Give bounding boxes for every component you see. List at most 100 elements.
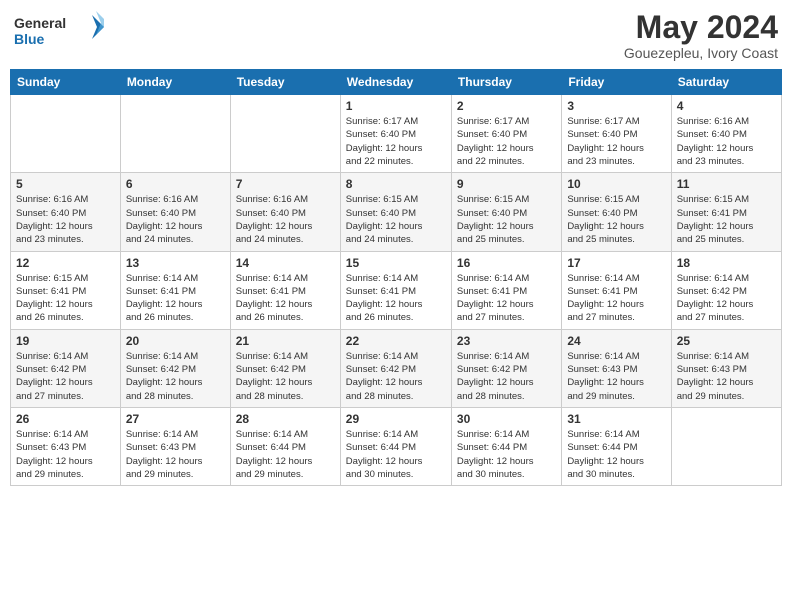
calendar-cell: 7 Sunrise: 6:16 AM Sunset: 6:40 PM Daylig…	[230, 173, 340, 251]
day-number: 27	[126, 412, 225, 426]
calendar-week-4: 19 Sunrise: 6:14 AM Sunset: 6:42 PM Dayli…	[11, 329, 782, 407]
day-number: 10	[567, 177, 665, 191]
day-info: Sunrise: 6:16 AM Sunset: 6:40 PM Dayligh…	[236, 193, 335, 246]
day-number: 11	[677, 177, 776, 191]
col-saturday: Saturday	[671, 70, 781, 95]
day-info: Sunrise: 6:14 AM Sunset: 6:44 PM Dayligh…	[236, 428, 335, 481]
day-number: 12	[16, 256, 115, 270]
calendar-cell: 23 Sunrise: 6:14 AM Sunset: 6:42 PM Dayli…	[451, 329, 561, 407]
calendar-cell: 25 Sunrise: 6:14 AM Sunset: 6:43 PM Dayli…	[671, 329, 781, 407]
calendar-header-row: Sunday Monday Tuesday Wednesday Thursday…	[11, 70, 782, 95]
calendar-cell: 16Sunrise: 6:14 AM Sunset: 6:41 PM Dayli…	[451, 251, 561, 329]
calendar-cell: 20Sunrise: 6:14 AM Sunset: 6:42 PM Dayli…	[120, 329, 230, 407]
col-friday: Friday	[562, 70, 671, 95]
day-number: 1	[346, 99, 446, 113]
day-info: Sunrise: 6:14 AM Sunset: 6:43 PM Dayligh…	[126, 428, 225, 481]
day-info: Sunrise: 6:14 AM Sunset: 6:41 PM Dayligh…	[346, 272, 446, 325]
day-info: Sunrise: 6:14 AM Sunset: 6:43 PM Dayligh…	[567, 350, 665, 403]
calendar-cell: 24 Sunrise: 6:14 AM Sunset: 6:43 PM Dayli…	[562, 329, 671, 407]
day-info: Sunrise: 6:14 AM Sunset: 6:42 PM Dayligh…	[126, 350, 225, 403]
col-monday: Monday	[120, 70, 230, 95]
calendar-cell: 27 Sunrise: 6:14 AM Sunset: 6:43 PM Dayli…	[120, 407, 230, 485]
day-info: Sunrise: 6:14 AM Sunset: 6:42 PM Dayligh…	[16, 350, 115, 403]
day-info: Sunrise: 6:15 AM Sunset: 6:41 PM Dayligh…	[16, 272, 115, 325]
day-number: 24	[567, 334, 665, 348]
day-info: Sunrise: 6:14 AM Sunset: 6:44 PM Dayligh…	[346, 428, 446, 481]
day-info: Sunrise: 6:15 AM Sunset: 6:40 PM Dayligh…	[346, 193, 446, 246]
calendar-cell: 2 Sunrise: 6:17 AM Sunset: 6:40 PM Daylig…	[451, 95, 561, 173]
calendar: Sunday Monday Tuesday Wednesday Thursday…	[10, 69, 782, 486]
calendar-cell: 9 Sunrise: 6:15 AM Sunset: 6:40 PM Daylig…	[451, 173, 561, 251]
day-info: Sunrise: 6:14 AM Sunset: 6:41 PM Dayligh…	[567, 272, 665, 325]
day-info: Sunrise: 6:15 AM Sunset: 6:41 PM Dayligh…	[677, 193, 776, 246]
calendar-cell: 1 Sunrise: 6:17 AM Sunset: 6:40 PM Daylig…	[340, 95, 451, 173]
calendar-cell: 28 Sunrise: 6:14 AM Sunset: 6:44 PM Dayli…	[230, 407, 340, 485]
calendar-week-1: 1 Sunrise: 6:17 AM Sunset: 6:40 PM Daylig…	[11, 95, 782, 173]
col-sunday: Sunday	[11, 70, 121, 95]
calendar-cell: 8 Sunrise: 6:15 AM Sunset: 6:40 PM Daylig…	[340, 173, 451, 251]
day-number: 16	[457, 256, 556, 270]
day-number: 31	[567, 412, 665, 426]
day-number: 4	[677, 99, 776, 113]
logo: General Blue	[14, 10, 104, 50]
calendar-cell: 31 Sunrise: 6:14 AM Sunset: 6:44 PM Dayli…	[562, 407, 671, 485]
day-number: 26	[16, 412, 115, 426]
day-number: 2	[457, 99, 556, 113]
location: Gouezepleu, Ivory Coast	[624, 45, 778, 61]
calendar-cell: 4 Sunrise: 6:16 AM Sunset: 6:40 PM Daylig…	[671, 95, 781, 173]
day-info: Sunrise: 6:14 AM Sunset: 6:42 PM Dayligh…	[236, 350, 335, 403]
calendar-week-3: 12 Sunrise: 6:15 AM Sunset: 6:41 PM Dayli…	[11, 251, 782, 329]
day-number: 19	[16, 334, 115, 348]
day-info: Sunrise: 6:17 AM Sunset: 6:40 PM Dayligh…	[346, 115, 446, 168]
svg-text:General: General	[14, 15, 66, 31]
logo-svg: General Blue	[14, 10, 104, 50]
day-number: 30	[457, 412, 556, 426]
day-number: 5	[16, 177, 115, 191]
month-year: May 2024	[624, 10, 778, 45]
calendar-cell: 26 Sunrise: 6:14 AM Sunset: 6:43 PM Dayli…	[11, 407, 121, 485]
day-info: Sunrise: 6:14 AM Sunset: 6:44 PM Dayligh…	[567, 428, 665, 481]
day-info: Sunrise: 6:14 AM Sunset: 6:43 PM Dayligh…	[677, 350, 776, 403]
day-info: Sunrise: 6:14 AM Sunset: 6:42 PM Dayligh…	[346, 350, 446, 403]
day-info: Sunrise: 6:17 AM Sunset: 6:40 PM Dayligh…	[457, 115, 556, 168]
day-number: 23	[457, 334, 556, 348]
calendar-cell: 10 Sunrise: 6:15 AM Sunset: 6:40 PM Dayli…	[562, 173, 671, 251]
day-number: 6	[126, 177, 225, 191]
calendar-cell: 18Sunrise: 6:14 AM Sunset: 6:42 PM Dayli…	[671, 251, 781, 329]
day-number: 17	[567, 256, 665, 270]
day-number: 21	[236, 334, 335, 348]
day-info: Sunrise: 6:16 AM Sunset: 6:40 PM Dayligh…	[16, 193, 115, 246]
calendar-cell	[230, 95, 340, 173]
day-info: Sunrise: 6:14 AM Sunset: 6:42 PM Dayligh…	[677, 272, 776, 325]
day-number: 7	[236, 177, 335, 191]
calendar-cell: 12 Sunrise: 6:15 AM Sunset: 6:41 PM Dayli…	[11, 251, 121, 329]
page: General Blue May 2024 Gouezepleu, Ivory …	[0, 0, 792, 612]
day-number: 9	[457, 177, 556, 191]
day-info: Sunrise: 6:15 AM Sunset: 6:40 PM Dayligh…	[567, 193, 665, 246]
calendar-cell	[671, 407, 781, 485]
calendar-cell: 13Sunrise: 6:14 AM Sunset: 6:41 PM Dayli…	[120, 251, 230, 329]
calendar-cell: 21 Sunrise: 6:14 AM Sunset: 6:42 PM Dayli…	[230, 329, 340, 407]
calendar-cell	[11, 95, 121, 173]
day-info: Sunrise: 6:14 AM Sunset: 6:43 PM Dayligh…	[16, 428, 115, 481]
calendar-cell: 15Sunrise: 6:14 AM Sunset: 6:41 PM Dayli…	[340, 251, 451, 329]
day-info: Sunrise: 6:17 AM Sunset: 6:40 PM Dayligh…	[567, 115, 665, 168]
day-info: Sunrise: 6:16 AM Sunset: 6:40 PM Dayligh…	[677, 115, 776, 168]
calendar-cell: 19 Sunrise: 6:14 AM Sunset: 6:42 PM Dayli…	[11, 329, 121, 407]
day-number: 22	[346, 334, 446, 348]
day-info: Sunrise: 6:15 AM Sunset: 6:40 PM Dayligh…	[457, 193, 556, 246]
title-block: May 2024 Gouezepleu, Ivory Coast	[624, 10, 778, 61]
calendar-cell: 17 Sunrise: 6:14 AM Sunset: 6:41 PM Dayli…	[562, 251, 671, 329]
calendar-cell: 3 Sunrise: 6:17 AM Sunset: 6:40 PM Daylig…	[562, 95, 671, 173]
day-number: 14	[236, 256, 335, 270]
day-info: Sunrise: 6:16 AM Sunset: 6:40 PM Dayligh…	[126, 193, 225, 246]
day-number: 8	[346, 177, 446, 191]
day-info: Sunrise: 6:14 AM Sunset: 6:42 PM Dayligh…	[457, 350, 556, 403]
day-number: 3	[567, 99, 665, 113]
day-number: 25	[677, 334, 776, 348]
day-number: 28	[236, 412, 335, 426]
calendar-week-2: 5 Sunrise: 6:16 AM Sunset: 6:40 PM Daylig…	[11, 173, 782, 251]
calendar-cell: 11 Sunrise: 6:15 AM Sunset: 6:41 PM Dayli…	[671, 173, 781, 251]
calendar-cell: 30Sunrise: 6:14 AM Sunset: 6:44 PM Dayli…	[451, 407, 561, 485]
calendar-week-5: 26 Sunrise: 6:14 AM Sunset: 6:43 PM Dayli…	[11, 407, 782, 485]
